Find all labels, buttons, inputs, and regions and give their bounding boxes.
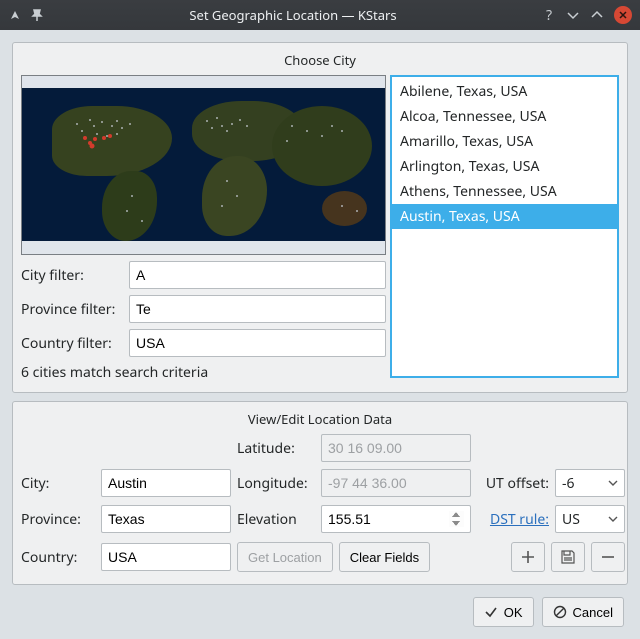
city-filter-label: City filter: bbox=[21, 266, 129, 285]
plus-icon bbox=[520, 549, 536, 565]
province-input[interactable] bbox=[101, 505, 231, 533]
dialog-footer: OK Cancel bbox=[12, 593, 628, 627]
save-location-button[interactable] bbox=[551, 542, 585, 572]
city-list-item[interactable]: Athens, Tennessee, USA bbox=[392, 179, 617, 204]
city-list-item[interactable]: Arlington, Texas, USA bbox=[392, 154, 617, 179]
city-list-item[interactable]: Amarillo, Texas, USA bbox=[392, 129, 617, 154]
get-location-button[interactable]: Get Location bbox=[237, 542, 333, 572]
latitude-label: Latitude: bbox=[237, 439, 315, 458]
country-label: Country: bbox=[21, 548, 95, 567]
view-edit-group: View/Edit Location Data Latitude: City: … bbox=[12, 401, 628, 585]
dst-rule-label[interactable]: DST rule: bbox=[477, 510, 549, 529]
elevation-label: Elevation bbox=[237, 510, 315, 529]
chevron-down-icon bbox=[608, 514, 618, 524]
elevation-input[interactable] bbox=[321, 505, 471, 533]
remove-location-button[interactable] bbox=[591, 542, 625, 572]
city-list-item[interactable]: Austin, Texas, USA bbox=[392, 204, 617, 229]
cancel-label: Cancel bbox=[573, 605, 613, 620]
dst-rule-combo[interactable]: US bbox=[555, 505, 625, 533]
titlebar: Set Geographic Location — KStars ? bbox=[0, 0, 640, 30]
chevron-down-icon bbox=[608, 478, 618, 488]
check-icon bbox=[484, 605, 498, 619]
view-edit-title: View/Edit Location Data bbox=[21, 410, 619, 428]
ut-offset-label: UT offset: bbox=[477, 474, 549, 493]
latitude-field bbox=[321, 434, 471, 462]
clear-fields-button[interactable]: Clear Fields bbox=[339, 542, 430, 572]
cancel-icon bbox=[553, 605, 567, 619]
minus-icon bbox=[600, 549, 616, 565]
city-label: City: bbox=[21, 474, 95, 493]
longitude-field bbox=[321, 469, 471, 497]
match-status-text: 6 cities match search criteria bbox=[21, 363, 386, 382]
longitude-label: Longitude: bbox=[237, 474, 315, 493]
cancel-button[interactable]: Cancel bbox=[542, 597, 624, 627]
city-list-item[interactable]: Alcoa, Tennessee, USA bbox=[392, 104, 617, 129]
province-filter-label: Province filter: bbox=[21, 300, 129, 319]
province-label: Province: bbox=[21, 510, 95, 529]
ok-label: OK bbox=[504, 605, 523, 620]
add-location-button[interactable] bbox=[511, 542, 545, 572]
city-markers bbox=[22, 76, 386, 255]
dst-rule-value: US bbox=[562, 510, 580, 529]
app-menu-icon[interactable] bbox=[8, 8, 22, 22]
country-filter-label: Country filter: bbox=[21, 334, 129, 353]
ok-button[interactable]: OK bbox=[473, 597, 534, 627]
save-icon bbox=[560, 549, 576, 565]
minimize-icon[interactable] bbox=[566, 8, 580, 22]
choose-city-title: Choose City bbox=[21, 51, 619, 69]
ut-offset-combo[interactable]: -6 bbox=[555, 469, 625, 497]
choose-city-group: Choose City bbox=[12, 42, 628, 393]
country-input[interactable] bbox=[101, 543, 231, 571]
city-list-item[interactable]: Abilene, Texas, USA bbox=[392, 79, 617, 104]
pin-icon[interactable] bbox=[30, 8, 44, 22]
city-filter-input[interactable] bbox=[129, 261, 386, 289]
window-title: Set Geographic Location — KStars bbox=[44, 6, 542, 24]
city-list[interactable]: Abilene, Texas, USAAlcoa, Tennessee, USA… bbox=[390, 75, 619, 378]
maximize-icon[interactable] bbox=[590, 8, 604, 22]
ut-offset-value: -6 bbox=[562, 474, 575, 493]
help-icon[interactable]: ? bbox=[542, 8, 556, 22]
city-input[interactable] bbox=[101, 469, 231, 497]
country-filter-input[interactable] bbox=[129, 329, 386, 357]
close-button[interactable] bbox=[614, 6, 632, 24]
province-filter-input[interactable] bbox=[129, 295, 386, 323]
world-map[interactable] bbox=[21, 75, 386, 255]
